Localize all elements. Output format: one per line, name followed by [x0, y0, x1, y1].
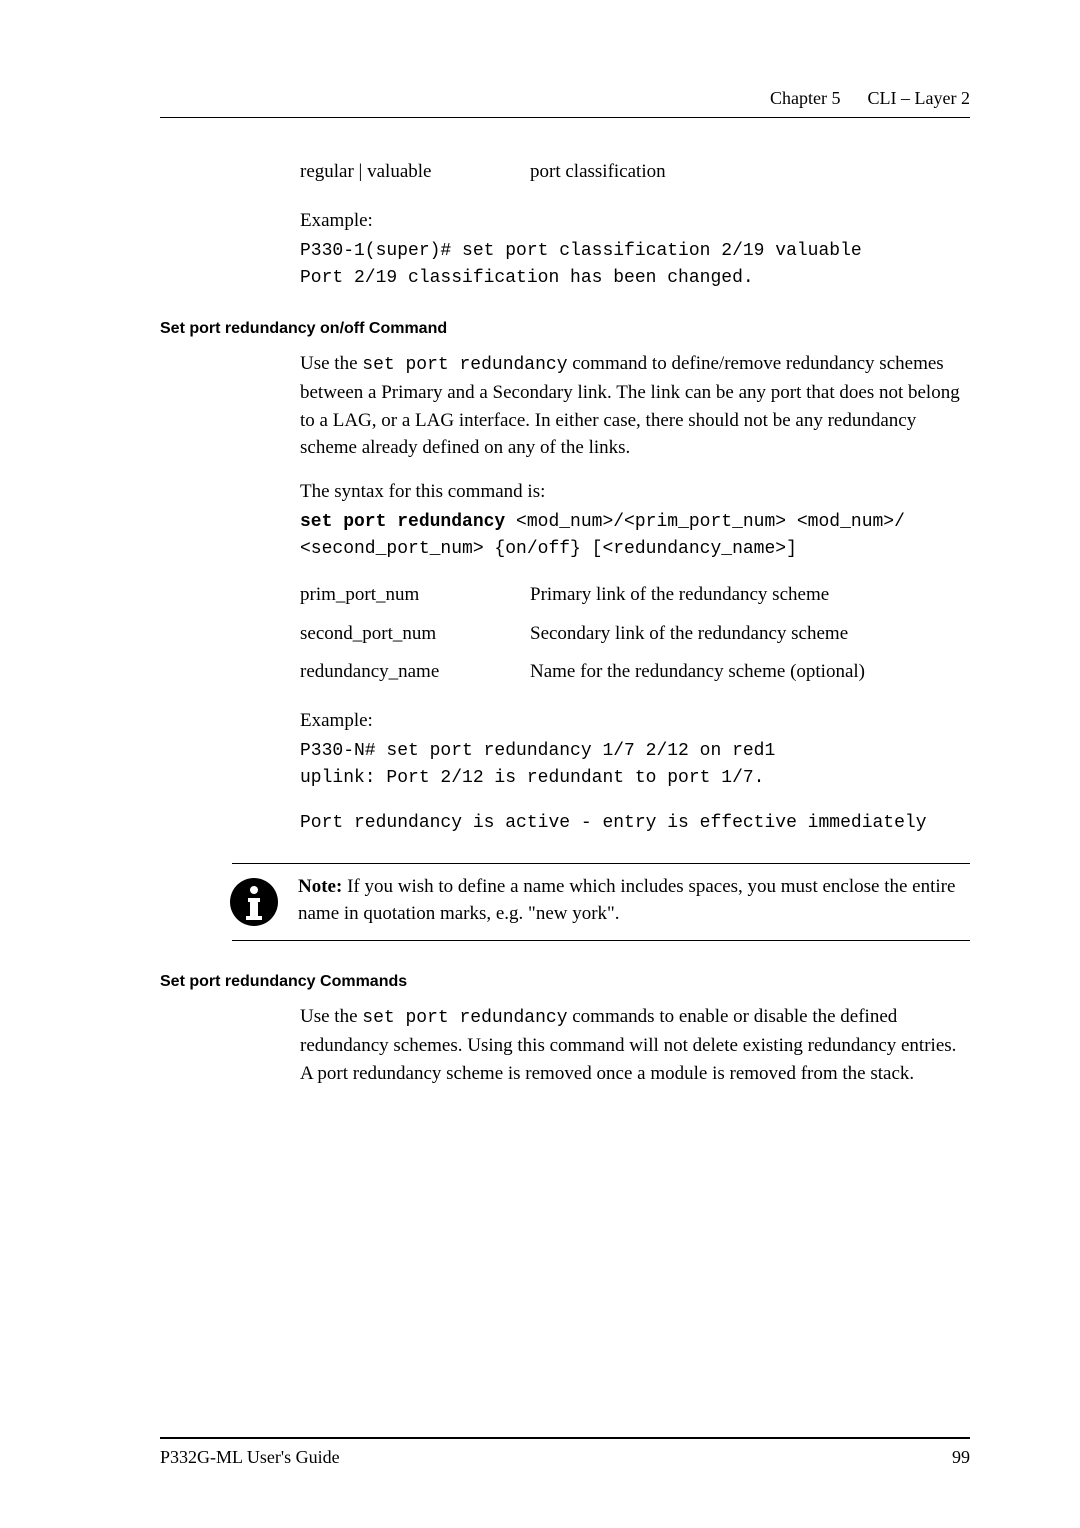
footer-left: P332G-ML User's Guide	[160, 1447, 340, 1468]
example-label: Example:	[300, 207, 970, 235]
example-label: Example:	[300, 707, 970, 735]
syntax-bold: set port redundancy	[300, 512, 505, 532]
text-span: Use the	[300, 1006, 362, 1027]
table-row: prim_port_num Primary link of the redund…	[300, 581, 970, 610]
param-name: second_port_num	[300, 620, 530, 649]
code-line: P330-N# set port redundancy 1/7 2/12 on …	[300, 738, 970, 765]
command-syntax: set port redundancy <mod_num>/<prim_port…	[300, 509, 970, 563]
note-text: Note: If you wish to define a name which…	[298, 874, 970, 927]
note-block: Note: If you wish to define a name which…	[232, 863, 970, 941]
section-body: Use the set port redundancy commands to …	[300, 1003, 970, 1087]
param-desc: Secondary link of the redundancy scheme	[530, 620, 848, 649]
intro-paragraph: Use the set port redundancy commands to …	[300, 1003, 970, 1087]
table-row: redundancy_name Name for the redundancy …	[300, 658, 970, 687]
footer-page-number: 99	[952, 1447, 970, 1468]
param-desc: Primary link of the redundancy scheme	[530, 581, 829, 610]
chapter-label: Chapter 5	[770, 88, 840, 108]
code-line: P330-1(super)# set port classification 2…	[300, 238, 970, 265]
example-block: Example: P330-1(super)# set port classif…	[300, 207, 970, 293]
section-body: Use the set port redundancy command to d…	[300, 350, 970, 837]
def-term: regular | valuable	[300, 158, 530, 187]
note-body: If you wish to define a name which inclu…	[298, 876, 955, 924]
table-row: second_port_num Secondary link of the re…	[300, 620, 970, 649]
definition-table: regular | valuable port classification	[300, 158, 970, 187]
page-footer: P332G-ML User's Guide 99	[160, 1437, 970, 1468]
section-heading-redundancy-cmds: Set port redundancy Commands	[160, 973, 970, 991]
def-desc: port classification	[530, 158, 666, 187]
syntax-rest: <second_port_num> {on/off} [<redundancy_…	[300, 539, 797, 559]
note-label: Note:	[298, 876, 342, 897]
code-line: uplink: Port 2/12 is redundant to port 1…	[300, 765, 970, 792]
info-icon	[228, 876, 280, 928]
chapter-title: CLI – Layer 2	[868, 88, 970, 108]
page-header: Chapter 5 CLI – Layer 2	[160, 88, 970, 109]
syntax-rest: <mod_num>/<prim_port_num> <mod_num>/	[505, 512, 905, 532]
table-row: regular | valuable port classification	[300, 158, 970, 187]
header-rule	[160, 117, 970, 118]
inline-code: set port redundancy	[362, 1008, 567, 1028]
intro-paragraph: Use the set port redundancy command to d…	[300, 350, 970, 462]
param-name: redundancy_name	[300, 658, 530, 687]
section-heading-redundancy-onoff: Set port redundancy on/off Command	[160, 320, 970, 338]
code-line: Port redundancy is active - entry is eff…	[300, 810, 970, 837]
inline-code: set port redundancy	[362, 355, 567, 375]
param-name: prim_port_num	[300, 581, 530, 610]
footer-rule	[160, 1437, 970, 1439]
param-table: prim_port_num Primary link of the redund…	[300, 581, 970, 687]
code-line: Port 2/19 classification has been change…	[300, 265, 970, 292]
param-desc: Name for the redundancy scheme (optional…	[530, 658, 865, 687]
text-span: Use the	[300, 353, 362, 374]
syntax-label: The syntax for this command is:	[300, 478, 970, 506]
